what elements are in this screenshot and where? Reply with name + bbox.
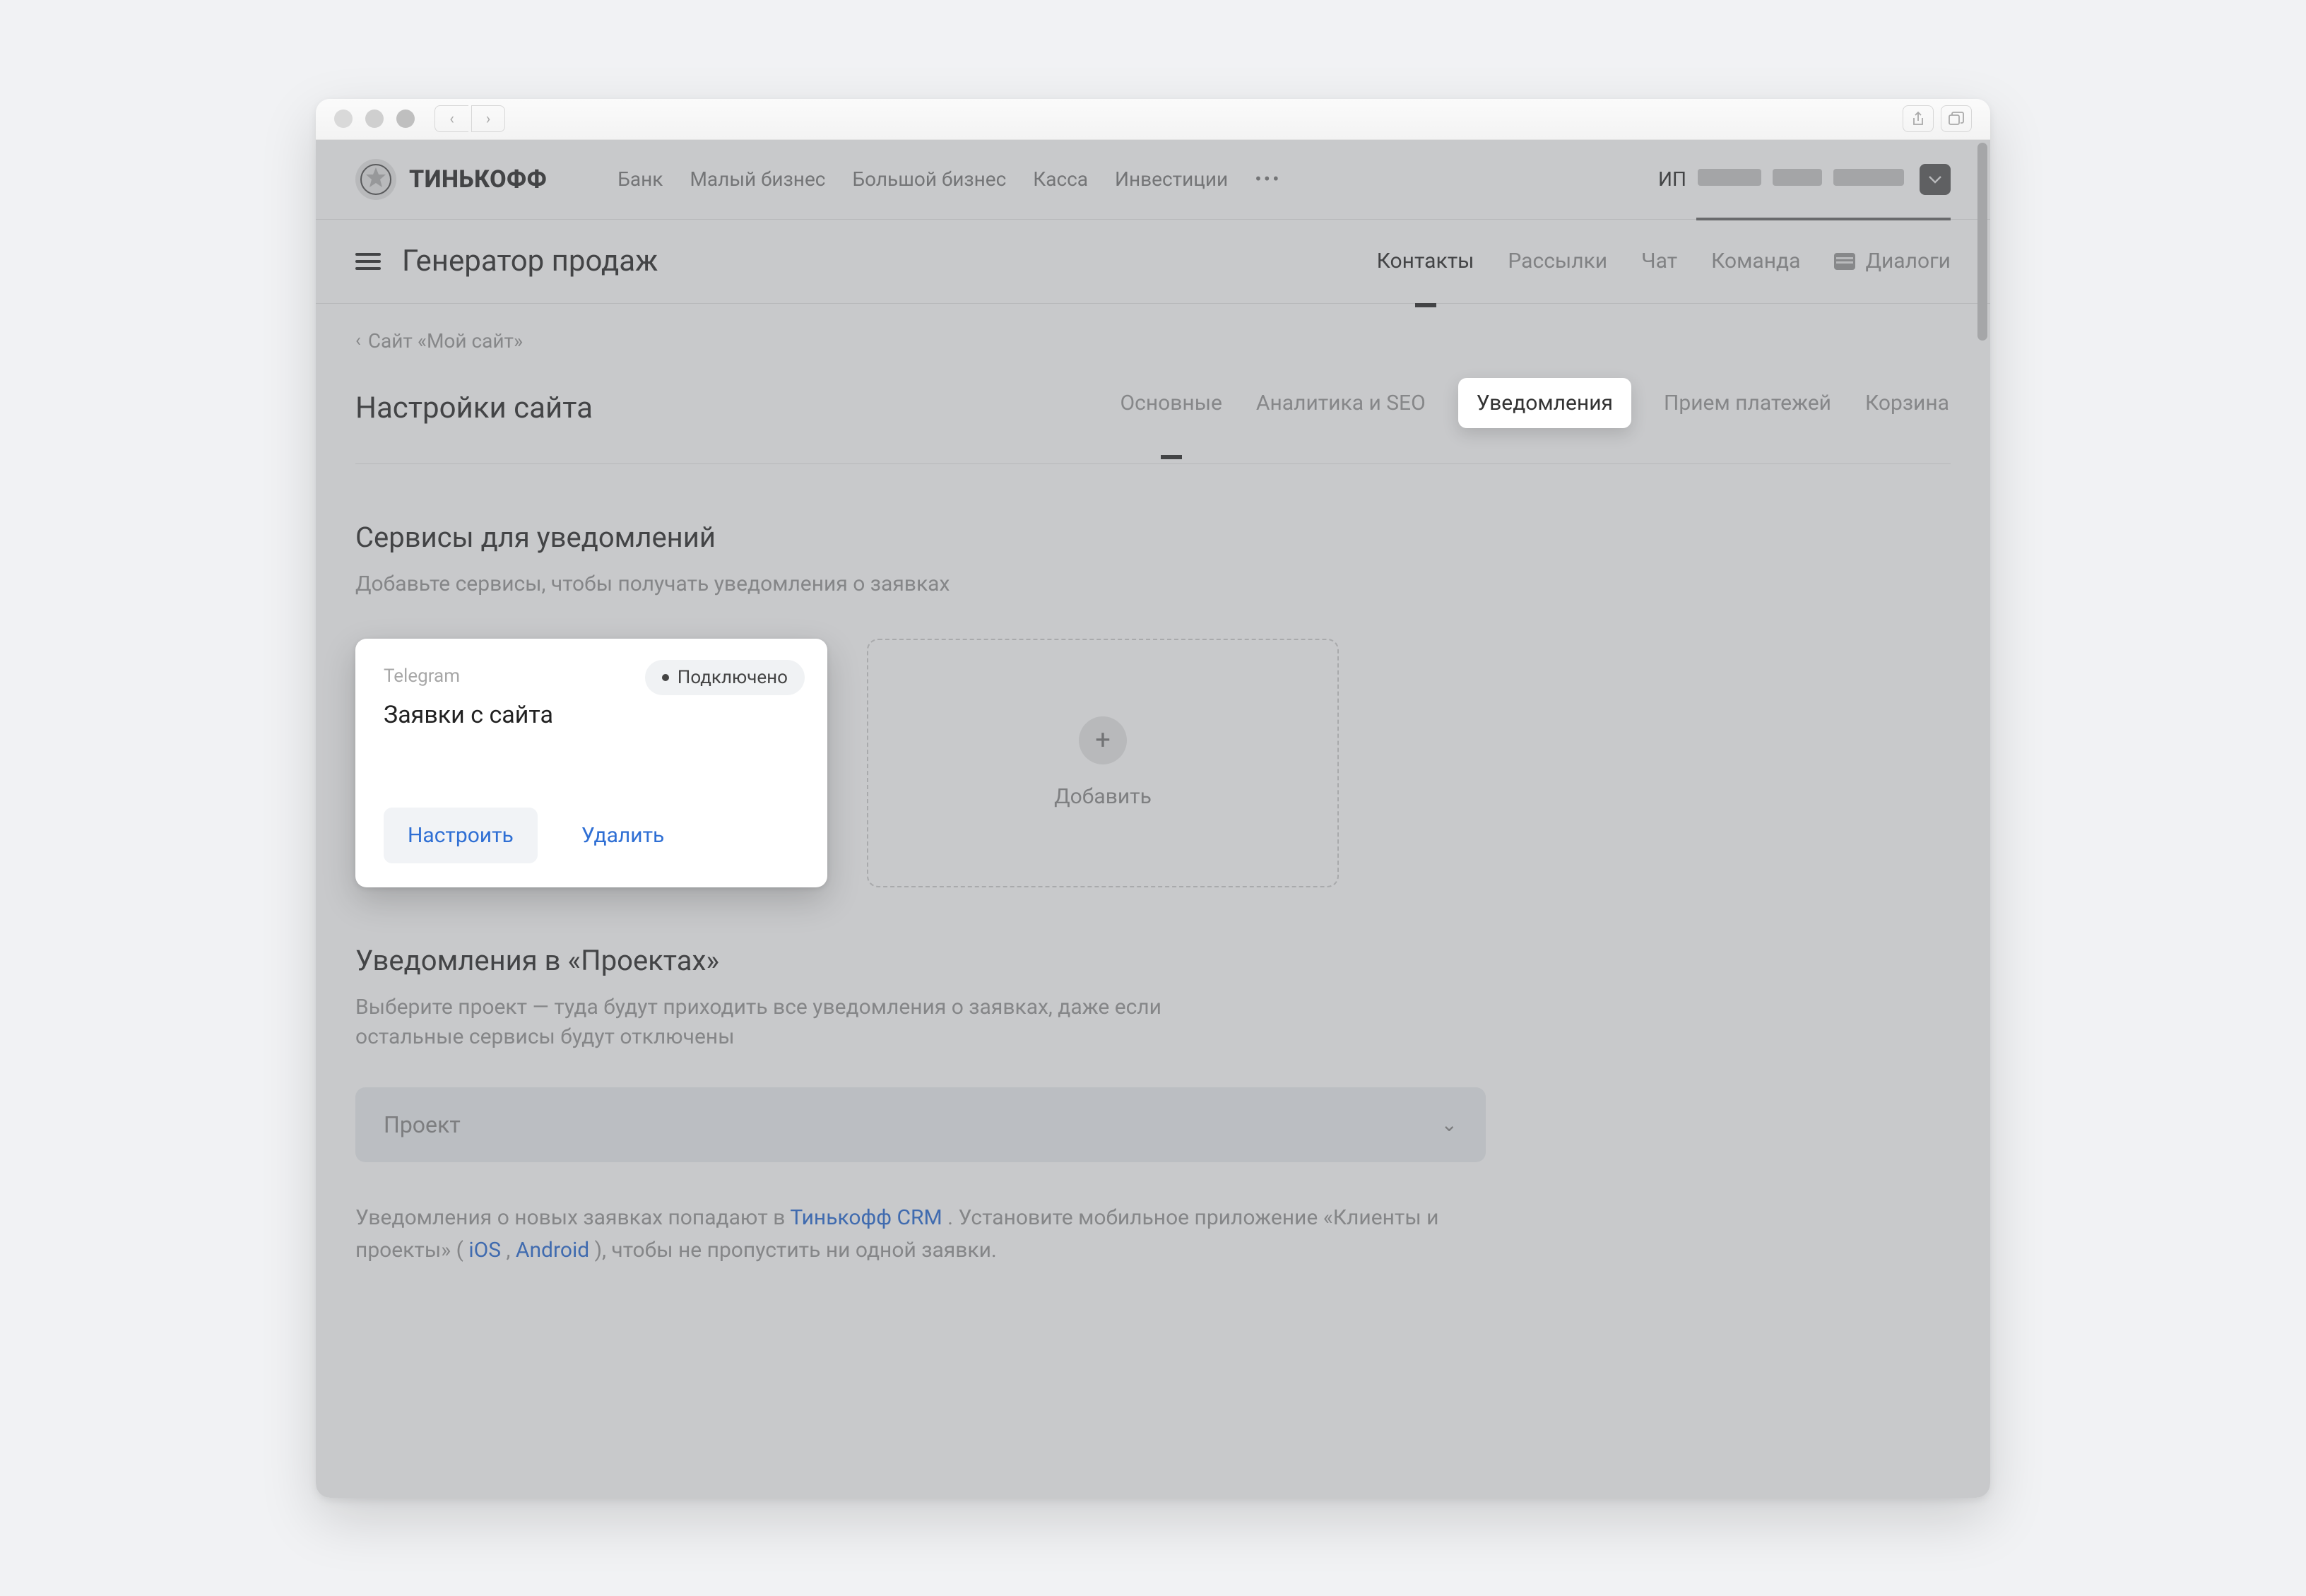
service-card-telegram: Telegram Подключено Заявки с сайта Настр… [355,639,827,887]
footnote-text: , [507,1238,516,1263]
tab-mailings[interactable]: Рассылки [1508,249,1607,273]
tab-dialogs[interactable]: Диалоги [1834,249,1951,273]
chevron-left-icon: ‹ [355,330,361,351]
section-heading: Уведомления в «Проектах» [355,944,1951,977]
configure-button[interactable]: Настроить [384,808,538,863]
account-dropdown-icon[interactable] [1920,164,1951,195]
tab-contacts[interactable]: Контакты [1377,249,1474,273]
settings-tabs: Основные Аналитика и SEO Уведомления При… [1119,391,1951,415]
nav-small-business[interactable]: Малый бизнес [690,167,825,191]
nav-investments[interactable]: Инвестиции [1115,167,1228,191]
divider [355,463,1951,464]
settings-tab-analytics[interactable]: Аналитика и SEO [1255,391,1427,415]
add-card-label: Добавить [1054,784,1152,809]
breadcrumb[interactable]: ‹ Сайт «Мой сайт» [355,329,1951,353]
nav-arrows: ‹ › [434,105,505,132]
logo-mark-icon [355,159,396,200]
service-card-title: Заявки с сайта [384,701,799,729]
traffic-lights [334,110,415,128]
back-button[interactable]: ‹ [434,105,468,132]
nav-big-business[interactable]: Большой бизнес [852,167,1006,191]
close-window-icon[interactable] [334,110,353,128]
link-tinkoff-crm[interactable]: Тинькофф CRM [790,1205,942,1230]
settings-tab-payments[interactable]: Прием платежей [1662,391,1833,415]
redacted-text [1698,169,1761,186]
minimize-window-icon[interactable] [365,110,384,128]
status-text: Подключено [678,667,788,688]
share-icon[interactable] [1903,105,1934,132]
nav-kassa[interactable]: Касса [1033,167,1088,191]
account-prefix: ИП [1658,167,1686,191]
chat-icon [1834,253,1855,270]
redacted-text [1833,169,1904,186]
link-android[interactable]: Android [516,1238,589,1263]
tab-team[interactable]: Команда [1711,249,1800,273]
account-area[interactable]: ИП [1658,164,1951,195]
section-notification-services: Сервисы для уведомлений Добавьте сервисы… [355,521,1951,887]
window-titlebar: ‹ › [316,99,1990,140]
add-service-card[interactable]: + Добавить [867,639,1339,887]
forward-button[interactable]: › [471,105,505,132]
section-heading: Сервисы для уведомлений [355,521,1951,554]
project-select[interactable]: Проект ⌄ [355,1087,1486,1162]
app-window: ‹ › ТИНЬКОФФ Банк Малый бизнес [316,99,1990,1498]
footnote: Уведомления о новых заявках попадают в Т… [355,1202,1486,1267]
hamburger-icon[interactable] [355,253,381,270]
settings-tab-basic[interactable]: Основные [1119,391,1224,415]
nav-bank[interactable]: Банк [617,167,663,191]
nav-more-icon[interactable]: ••• [1255,167,1281,191]
footnote-text: ), чтобы не пропустить ни одной заявки. [595,1238,997,1263]
tab-chat[interactable]: Чат [1641,249,1677,273]
status-dot-icon [662,674,669,681]
section-header: Генератор продаж Контакты Рассылки Чат К… [316,220,1990,303]
tabs-icon[interactable] [1941,105,1972,132]
chevron-down-icon: ⌄ [1441,1113,1457,1136]
section-description: Выберите проект — туда будут приходить в… [355,993,1274,1052]
tab-dialogs-label: Диалоги [1865,249,1951,273]
status-badge: Подключено [645,660,805,695]
link-ios[interactable]: iOS [468,1238,501,1263]
scrollbar[interactable] [1977,143,1987,341]
redacted-text [1773,169,1822,186]
settings-tab-cart[interactable]: Корзина [1864,391,1951,415]
breadcrumb-label: Сайт «Мой сайт» [368,329,523,353]
settings-title: Настройки сайта [355,391,593,425]
settings-tab-notifications[interactable]: Уведомления [1458,378,1631,428]
maximize-window-icon[interactable] [396,110,415,128]
top-nav: Банк Малый бизнес Большой бизнес Касса И… [617,167,1281,191]
page-title: Генератор продаж [402,244,658,278]
account-underline [1696,218,1951,220]
section-projects-notifications: Уведомления в «Проектах» Выберите проект… [355,944,1951,1267]
global-header: ТИНЬКОФФ Банк Малый бизнес Большой бизне… [316,140,1990,219]
account-name: ИП [1658,167,1904,191]
delete-button[interactable]: Удалить [557,808,688,863]
main-tabs: Контакты Рассылки Чат Команда Диалоги [1377,249,1951,273]
logo[interactable]: ТИНЬКОФФ [355,159,547,200]
project-select-placeholder: Проект [384,1111,461,1138]
footnote-text: Уведомления о новых заявках попадают в [355,1205,790,1230]
plus-icon: + [1079,716,1127,764]
page-content: ТИНЬКОФФ Банк Малый бизнес Большой бизне… [316,140,1990,1498]
section-description: Добавьте сервисы, чтобы получать уведомл… [355,569,1274,599]
logo-text: ТИНЬКОФФ [409,165,547,194]
